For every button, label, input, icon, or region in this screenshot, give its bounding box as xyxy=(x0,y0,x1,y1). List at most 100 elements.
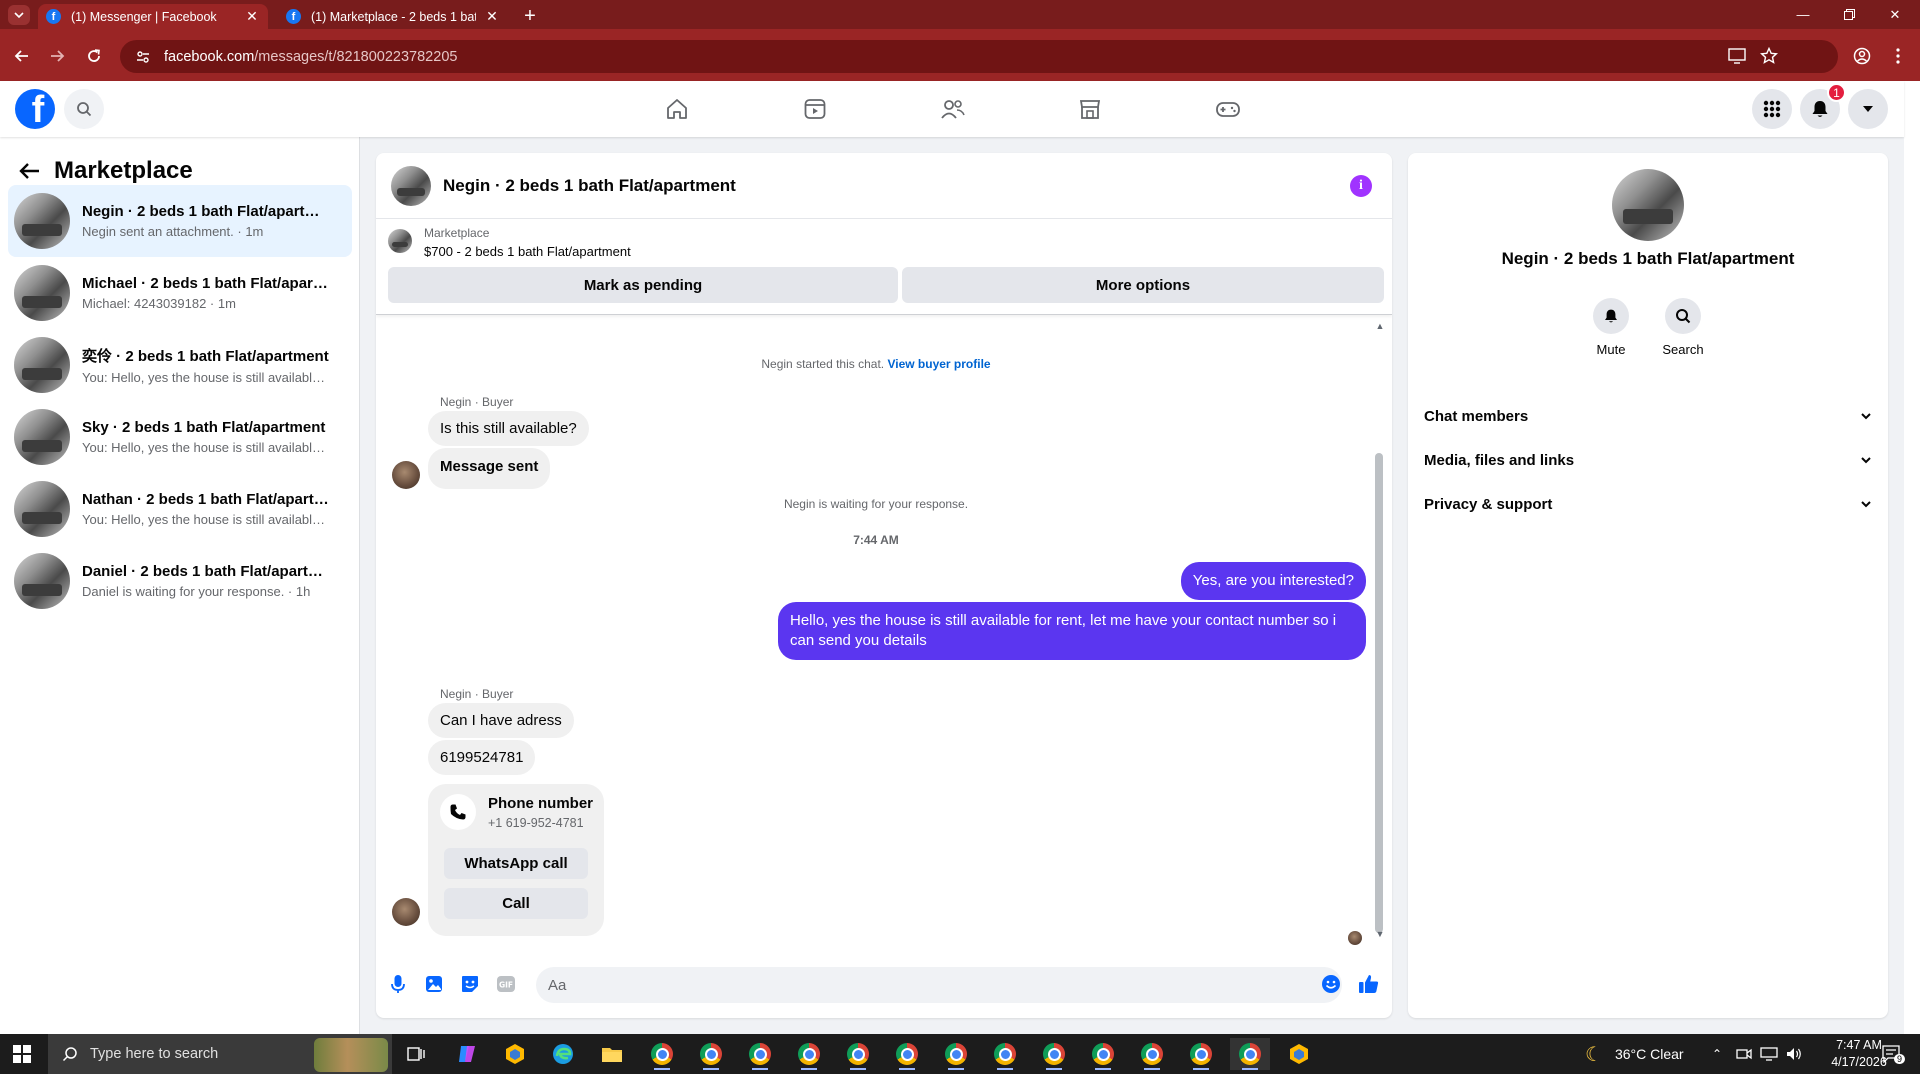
close-tab-icon[interactable]: ✕ xyxy=(484,8,500,25)
more-options-button[interactable]: More options xyxy=(902,267,1384,303)
profile-button[interactable] xyxy=(1850,44,1874,68)
close-window-button[interactable]: ✕ xyxy=(1872,0,1918,29)
tab-messenger[interactable]: f (1) Messenger | Facebook ✕ xyxy=(38,4,268,29)
weather-text: 36°C Clear xyxy=(1614,1046,1684,1062)
emoji-icon[interactable] xyxy=(1320,973,1342,995)
menu-button[interactable] xyxy=(1752,89,1792,129)
thumbs-up-icon[interactable] xyxy=(1358,973,1380,995)
page-scrollbar[interactable] xyxy=(1904,81,1920,1034)
taskbar-search[interactable]: Type here to search xyxy=(48,1034,392,1074)
chrome-taskbar-icon-active[interactable] xyxy=(1230,1038,1270,1070)
site-settings-icon[interactable] xyxy=(132,46,154,68)
copilot-icon[interactable] xyxy=(447,1038,487,1070)
tab-marketplace[interactable]: f (1) Marketplace - 2 beds 1 bath Flat/a… xyxy=(278,4,508,29)
outgoing-message[interactable]: Yes, are you interested? xyxy=(1180,562,1366,600)
chrome-taskbar-icon[interactable] xyxy=(1034,1038,1074,1070)
minimize-button[interactable]: — xyxy=(1780,0,1826,29)
chrome-taskbar-icon[interactable] xyxy=(887,1038,927,1070)
facebook-logo[interactable]: f xyxy=(15,89,55,129)
chrome-taskbar-icon[interactable] xyxy=(691,1038,731,1070)
address-bar[interactable]: facebook.com/messages/t/821800223782205 xyxy=(120,40,1838,73)
mute-action[interactable]: Mute xyxy=(1581,298,1641,357)
chrome-taskbar-icon[interactable] xyxy=(1083,1038,1123,1070)
browser-menu-button[interactable] xyxy=(1886,44,1910,68)
account-button[interactable] xyxy=(1848,89,1888,129)
tab-search-button[interactable] xyxy=(8,5,30,25)
restore-button[interactable] xyxy=(1826,0,1872,29)
chrome-taskbar-icon[interactable] xyxy=(789,1038,829,1070)
sticker-icon[interactable] xyxy=(459,973,481,995)
call-button[interactable]: Call xyxy=(444,888,588,919)
back-arrow-icon[interactable] xyxy=(18,161,40,181)
weather-widget[interactable]: ☾ 36°C Clear xyxy=(1585,1034,1684,1074)
nav-video[interactable] xyxy=(759,81,871,137)
chrome-taskbar-icon[interactable] xyxy=(1132,1038,1172,1070)
conversation-item[interactable]: Michael · 2 beds 1 bath Flat/apartment M… xyxy=(8,257,352,329)
info-icon[interactable]: i xyxy=(1350,175,1372,197)
buyer-avatar[interactable] xyxy=(392,898,420,926)
chrome-taskbar-icon[interactable] xyxy=(1181,1038,1221,1070)
chat-members-section[interactable]: Chat members xyxy=(1408,394,1888,438)
close-tab-icon[interactable]: ✕ xyxy=(244,8,260,25)
buyer-avatar[interactable] xyxy=(392,461,420,489)
scroll-up-arrow[interactable]: ▲ xyxy=(1374,321,1386,331)
app-icon-colored[interactable] xyxy=(495,1038,535,1070)
install-app-icon[interactable] xyxy=(1724,43,1750,69)
notification-center-button[interactable]: 9 xyxy=(1882,1034,1906,1074)
search-button[interactable] xyxy=(64,89,104,129)
bookmark-star-icon[interactable] xyxy=(1756,43,1782,69)
incoming-message[interactable]: 6199524781 xyxy=(428,740,536,775)
app-icon-colored[interactable] xyxy=(1279,1038,1319,1070)
profile-avatar[interactable] xyxy=(1612,169,1684,241)
tab-title: (1) Marketplace - 2 beds 1 bath Flat/apa… xyxy=(311,9,476,24)
show-hidden-icons[interactable]: ⌃ xyxy=(1712,1034,1722,1074)
forward-button[interactable] xyxy=(45,44,69,68)
incoming-message[interactable]: Can I have adress xyxy=(428,703,574,738)
conversation-item[interactable]: Daniel · 2 beds 1 bath Flat/apartment Da… xyxy=(8,545,352,617)
mark-as-pending-button[interactable]: Mark as pending xyxy=(388,267,898,303)
chrome-taskbar-icon[interactable] xyxy=(642,1038,682,1070)
listing-price[interactable]: $700 - 2 beds 1 bath Flat/apartment xyxy=(424,244,631,259)
nav-friends[interactable] xyxy=(897,81,1009,137)
media-files-links-section[interactable]: Media, files and links xyxy=(1408,438,1888,482)
nav-home[interactable] xyxy=(621,81,733,137)
gif-icon[interactable]: GIF xyxy=(495,973,517,995)
chrome-taskbar-icon[interactable] xyxy=(936,1038,976,1070)
conversation-item[interactable]: 奕伶 · 2 beds 1 bath Flat/apartment You: H… xyxy=(8,329,352,401)
listing-avatar xyxy=(14,553,70,609)
back-button[interactable] xyxy=(10,44,34,68)
notifications-button[interactable]: 1 xyxy=(1800,83,1846,129)
chrome-taskbar-icon[interactable] xyxy=(740,1038,780,1070)
search-action[interactable]: Search xyxy=(1653,298,1713,357)
chat-title[interactable]: Negin · 2 beds 1 bath Flat/apartment xyxy=(443,176,736,196)
conversation-item[interactable]: Sky · 2 beds 1 bath Flat/apartment You: … xyxy=(8,401,352,473)
outgoing-message[interactable]: Hello, yes the house is still available … xyxy=(778,602,1366,660)
task-view-icon[interactable] xyxy=(396,1038,436,1070)
photo-icon[interactable] xyxy=(423,973,445,995)
tray-icons[interactable] xyxy=(1736,1034,1802,1074)
incoming-message[interactable]: Is this still available? xyxy=(428,411,589,446)
message-input[interactable] xyxy=(536,967,1342,1003)
scroll-down-arrow[interactable]: ▼ xyxy=(1374,929,1386,939)
start-button[interactable] xyxy=(2,1038,42,1070)
message-scrollbar[interactable] xyxy=(1375,453,1383,933)
chrome-taskbar-icon[interactable] xyxy=(985,1038,1025,1070)
file-explorer-icon[interactable] xyxy=(592,1038,632,1070)
conversation-preview: Michael: 4243039182 · 1m xyxy=(82,296,236,311)
listing-thumbnail[interactable] xyxy=(388,229,412,253)
conversation-item[interactable]: Negin · 2 beds 1 bath Flat/apartment Neg… xyxy=(8,185,352,257)
chevron-down-icon xyxy=(1861,413,1871,420)
privacy-support-section[interactable]: Privacy & support xyxy=(1408,482,1888,526)
view-buyer-profile-link[interactable]: View buyer profile xyxy=(887,357,990,371)
chrome-taskbar-icon[interactable] xyxy=(838,1038,878,1070)
new-tab-button[interactable]: + xyxy=(518,4,542,29)
nav-marketplace[interactable] xyxy=(1034,81,1146,137)
microphone-icon[interactable] xyxy=(387,973,409,995)
nav-gaming[interactable] xyxy=(1172,81,1284,137)
edge-icon[interactable] xyxy=(543,1038,583,1070)
reload-button[interactable] xyxy=(82,44,106,68)
conversation-item[interactable]: Nathan · 2 beds 1 bath Flat/apartment Yo… xyxy=(8,473,352,545)
chat-avatar[interactable] xyxy=(391,165,431,206)
incoming-message[interactable]: Message sent xyxy=(428,448,551,489)
whatsapp-call-button[interactable]: WhatsApp call xyxy=(444,848,588,879)
